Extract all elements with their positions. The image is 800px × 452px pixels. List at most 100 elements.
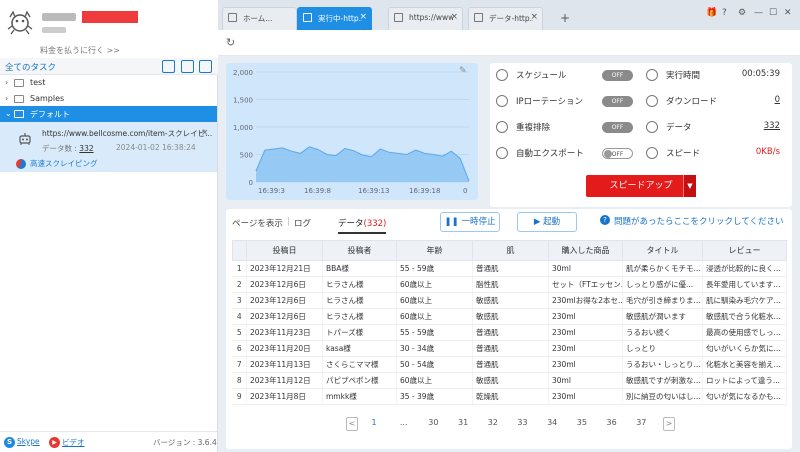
chevron-right-icon[interactable]: ›: [5, 94, 8, 103]
table-cell: 普通肌: [472, 340, 549, 357]
series-area: [256, 146, 469, 182]
video-icon[interactable]: ▶: [49, 437, 60, 448]
crab-avatar-icon: [7, 10, 33, 35]
page-number[interactable]: 32: [483, 418, 503, 427]
table-row[interactable]: 2 2023年12月6日 ヒラさん様 60歳以上 脂性肌 セット（FTエッセン... しっと…: [232, 276, 787, 293]
tab-running[interactable]: 実行中-http... ×: [297, 7, 372, 30]
table-cell: 60歳以上: [396, 276, 473, 293]
tab-url[interactable]: https://www... ×: [388, 7, 463, 30]
reload-icon[interactable]: ↻: [226, 36, 235, 49]
page-number[interactable]: 30: [423, 418, 443, 427]
page-number[interactable]: 36: [602, 418, 622, 427]
table-cell: 9: [232, 388, 247, 405]
close-icon[interactable]: ×: [450, 12, 458, 22]
column-header[interactable]: 年齢: [396, 240, 473, 261]
prev-page-button[interactable]: <: [346, 417, 358, 431]
gift-icon[interactable]: 🎁: [706, 8, 717, 18]
tab-home[interactable]: ホーム...: [222, 7, 297, 30]
setting-toggle[interactable]: OFF: [602, 96, 633, 107]
table-row[interactable]: 9 2023年11月8日 mmkk様 35 - 39歳 乾燥肌 230ml 別に納豆の匂いは…: [232, 388, 787, 405]
tab-log[interactable]: ログ: [294, 217, 311, 229]
setting-value: 00:05:39: [741, 69, 780, 79]
new-tab-icon[interactable]: +: [560, 11, 570, 25]
setting-toggle[interactable]: OFF: [602, 122, 633, 133]
window-close-icon[interactable]: ✕: [784, 8, 792, 18]
table-cell: 敏感肌ですが刺激な...: [622, 372, 703, 389]
tree-item-test[interactable]: › test: [0, 75, 217, 91]
pencil-icon[interactable]: ✎: [459, 66, 467, 76]
tab-data[interactable]: データ(332): [338, 217, 387, 234]
chevron-down-icon[interactable]: ▼: [683, 175, 696, 197]
column-header[interactable]: 投稿日: [246, 240, 323, 261]
table-cell: しっとり: [622, 340, 703, 357]
table-cell: 2023年11月8日: [246, 388, 323, 405]
page-number[interactable]: 35: [572, 418, 592, 427]
start-button[interactable]: ▶ 起動: [517, 212, 577, 232]
setting-toggle[interactable]: OFF: [602, 70, 633, 81]
page-number[interactable]: 37: [631, 418, 651, 427]
table-cell: 匂いがいくらか気に...: [702, 340, 787, 357]
tree-item-samples[interactable]: › Samples: [0, 91, 217, 107]
setting-value[interactable]: 332: [764, 121, 780, 131]
help-link[interactable]: 問題があったらここをクリックしてください: [614, 215, 784, 227]
tab-data[interactable]: データ-http... ×: [468, 7, 543, 30]
column-header[interactable]: [232, 240, 247, 261]
import-icon[interactable]: [162, 60, 175, 73]
setting-label: 実行時間: [666, 71, 701, 81]
y-tick-label: 500: [240, 152, 253, 160]
address-bar: ↻: [218, 30, 800, 56]
page-number[interactable]: 34: [542, 418, 562, 427]
column-header[interactable]: レビュー: [702, 240, 787, 261]
tree-item-default[interactable]: ⌄ デフォルト: [0, 106, 217, 122]
table-row[interactable]: 6 2023年11月20日 kasa様 30 - 34歳 普通肌 230ml しっとり 匂いが…: [232, 340, 787, 357]
page-icon: [474, 13, 483, 22]
table-row[interactable]: 7 2023年11月13日 さくらこママ様 50 - 54歳 普通肌 230ml うるおい・…: [232, 356, 787, 373]
table-cell: パピプペポン様: [322, 372, 397, 389]
column-header[interactable]: タイトル: [622, 240, 703, 261]
setting-label: ダウンロード: [666, 97, 718, 107]
video-link[interactable]: ビデオ: [62, 437, 85, 448]
table-row[interactable]: 8 2023年11月12日 パピプペポン様 60歳以上 敏感肌 30ml 敏感肌ですが刺激な…: [232, 372, 787, 389]
pay-link[interactable]: 料金を払うに行く >>: [0, 45, 160, 56]
table-cell: 6: [232, 340, 247, 357]
table-cell: BBA様: [322, 260, 397, 277]
maximize-icon[interactable]: ☐: [769, 8, 777, 18]
close-icon[interactable]: ×: [359, 12, 367, 22]
table-row[interactable]: 5 2023年11月23日 トパーズ様 55 - 59歳 普通肌 230ml うるおい続く最…: [232, 324, 787, 341]
table-cell: 60歳以上: [396, 308, 473, 325]
table-row[interactable]: 3 2023年12月6日 ヒラさん様 60歳以上 敏感肌 230mlお得な2本セ... 毛穴…: [232, 292, 787, 309]
close-icon[interactable]: ×: [201, 128, 209, 138]
column-header[interactable]: 購入した商品: [548, 240, 623, 261]
column-header[interactable]: 肌: [472, 240, 549, 261]
setting-value[interactable]: 0: [775, 95, 780, 105]
table-row[interactable]: 4 2023年12月6日 ヒラさん様 60歳以上 敏感肌 230ml 敏感肌が潤います 敏感肌…: [232, 308, 787, 325]
page-number[interactable]: 31: [453, 418, 473, 427]
question-icon[interactable]: ?: [600, 215, 610, 225]
setting-toggle[interactable]: OFF: [602, 148, 633, 159]
task-card[interactable]: https://www.bellcosme.com/item-スクレイピ... …: [0, 122, 217, 172]
page-number[interactable]: 33: [513, 418, 533, 427]
column-header[interactable]: 投稿者: [322, 240, 397, 261]
task-mode: 高速スクレイピング: [30, 159, 98, 168]
page-number[interactable]: 1: [364, 418, 384, 427]
skype-link[interactable]: Skype: [17, 437, 40, 446]
count-value[interactable]: 332: [79, 144, 93, 153]
table-cell: 最高の使用感でしっ...: [702, 324, 787, 341]
close-icon[interactable]: ×: [530, 12, 538, 22]
next-page-button[interactable]: >: [663, 417, 675, 431]
gear-icon[interactable]: ⚙: [738, 8, 746, 18]
pause-button[interactable]: ❚❚ 一時停止: [440, 212, 500, 232]
page-ellipsis: ...: [399, 418, 408, 427]
tab-page-view[interactable]: ページを表示: [232, 217, 283, 229]
minimize-icon[interactable]: —: [754, 8, 763, 18]
help-icon[interactable]: ?: [722, 8, 727, 18]
chevron-right-icon[interactable]: ›: [5, 78, 8, 87]
table-cell: 230ml: [548, 356, 623, 373]
chevron-down-icon[interactable]: ⌄: [5, 109, 12, 118]
speed-mode-icon: [16, 159, 26, 169]
table-row[interactable]: 1 2023年12月21日 BBA様 55 - 59歳 普通肌 30ml 肌が柔らかくモチモ…: [232, 260, 787, 277]
search-task-icon[interactable]: [199, 60, 212, 73]
speed-up-button[interactable]: スピードアップ: [586, 175, 696, 197]
new-task-icon[interactable]: [181, 60, 194, 73]
skype-icon[interactable]: S: [4, 437, 15, 448]
